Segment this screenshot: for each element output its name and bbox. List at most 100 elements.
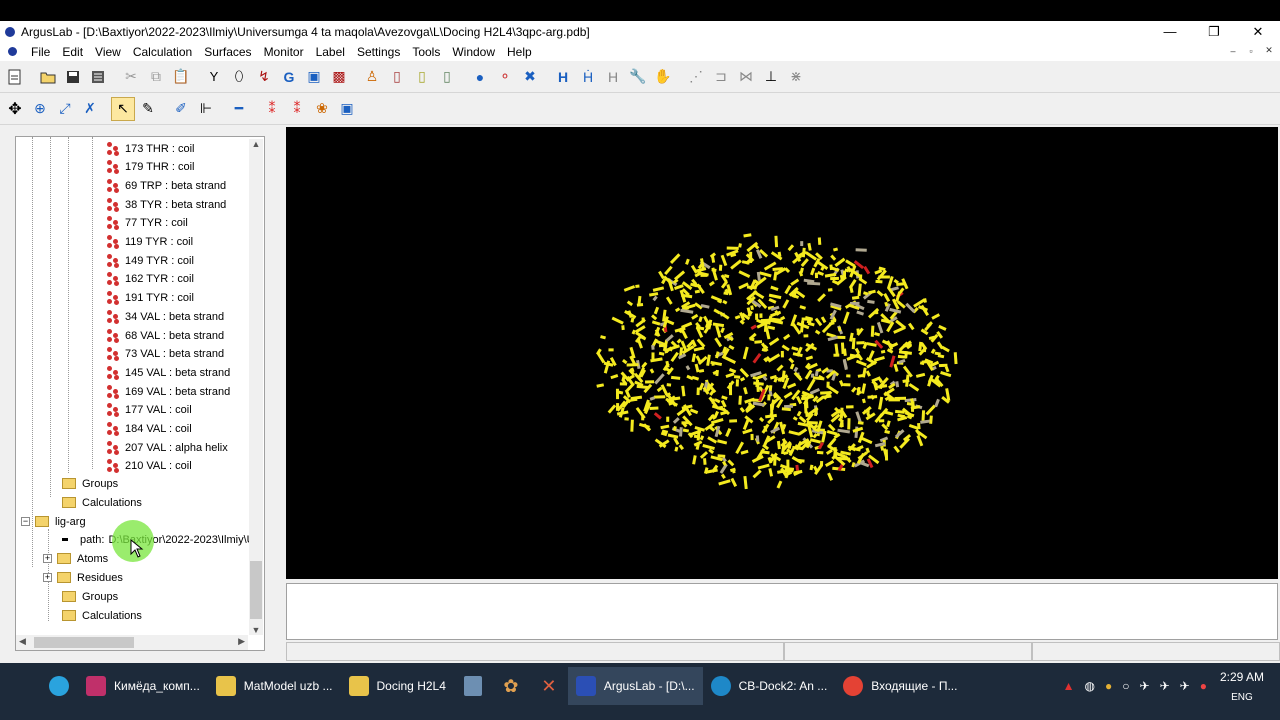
translate-icon[interactable]: ✥ <box>3 97 27 121</box>
residue-item[interactable]: 177 VAL : coil <box>106 401 192 420</box>
residue-item[interactable]: 77 TYR : coil <box>106 214 188 233</box>
atom-red2-icon[interactable]: ⁑ <box>285 97 309 121</box>
taskbar-app-chrome[interactable]: Входящие - П... <box>835 667 965 705</box>
collapse-icon[interactable]: − <box>21 517 30 526</box>
taskbar-app-pdf[interactable]: Кимёда_комп... <box>78 667 208 705</box>
bond-icon-1[interactable]: ⋰ <box>684 65 708 89</box>
molecule-icon-1[interactable]: Y <box>202 65 226 89</box>
tree-residues[interactable]: + Residues <box>43 568 123 587</box>
residue-item[interactable]: 169 VAL : beta strand <box>106 382 230 401</box>
tree-icon[interactable]: ⊩ <box>194 97 218 121</box>
molecule-viewport[interactable] <box>286 127 1278 579</box>
residue-item[interactable]: 191 TYR : coil <box>106 289 194 308</box>
draw-icon[interactable]: ✎ <box>136 97 160 121</box>
residue-item[interactable]: 145 VAL : beta strand <box>106 363 230 382</box>
menu-monitor[interactable]: Monitor <box>258 45 310 59</box>
taskbar-app-edge[interactable]: CB-Dock2: An ... <box>703 667 836 705</box>
tree-vertical-scrollbar[interactable]: ▲ ▼ <box>249 139 263 635</box>
residue-item[interactable]: 207 VAL : alpha helix <box>106 438 228 457</box>
menu-help[interactable]: Help <box>501 45 538 59</box>
ball-stick-icon[interactable]: ⚬ <box>493 65 517 89</box>
molecule-icon-3[interactable]: ↯ <box>252 65 276 89</box>
residue-item[interactable]: 179 THR : coil <box>106 158 195 177</box>
atom-multi-icon[interactable]: ❀ <box>310 97 334 121</box>
tray-icon-1[interactable]: ✈ <box>1140 679 1150 693</box>
menu-window[interactable]: Window <box>446 45 501 59</box>
bond-icon-4[interactable]: ⊥ <box>759 65 783 89</box>
molecule-icon-4[interactable]: G <box>277 65 301 89</box>
residue-item[interactable]: 149 TYR : coil <box>106 251 194 270</box>
acrobat-tray-icon[interactable]: ▲ <box>1063 679 1075 693</box>
expand-icon[interactable]: + <box>43 573 52 582</box>
hscroll-thumb[interactable] <box>34 637 134 648</box>
scroll-left-icon[interactable]: ◀ <box>19 636 26 647</box>
clock[interactable]: 2:29 AM <box>1220 670 1264 684</box>
scale-icon[interactable]: ⤢ <box>53 97 77 121</box>
menu-view[interactable]: View <box>89 45 127 59</box>
link-icon[interactable]: ━ <box>227 97 251 121</box>
hydrogen-icon[interactable]: H <box>551 65 575 89</box>
print-icon[interactable] <box>86 65 110 89</box>
bond-icon-2[interactable]: ⊐ <box>709 65 733 89</box>
molecule-app-icon[interactable]: ✿ <box>492 667 530 705</box>
scroll-right-icon[interactable]: ▶ <box>238 636 245 647</box>
atom-icon-2[interactable]: ▯ <box>385 65 409 89</box>
residue-item[interactable]: 69 TRP : beta strand <box>106 176 226 195</box>
copy-icon[interactable]: ⧉ <box>144 65 168 89</box>
residue-item[interactable]: 210 VAL : coil <box>106 457 192 476</box>
bond-icon-3[interactable]: ⋈ <box>734 65 758 89</box>
close-button[interactable]: ✕ <box>1236 21 1280 42</box>
residue-item[interactable]: 68 VAL : beta strand <box>106 326 224 345</box>
menu-tools[interactable]: Tools <box>406 45 446 59</box>
minimize-button[interactable]: — <box>1148 21 1192 42</box>
taskbar-app-docing[interactable]: Docing H2L4 <box>341 667 454 705</box>
expand-icon[interactable]: + <box>43 554 52 563</box>
tree-calculations-2[interactable]: Calculations <box>62 606 142 625</box>
tree-groups[interactable]: Groups <box>62 474 118 493</box>
tree-lig-arg[interactable]: − lig-arg <box>21 512 86 531</box>
molecule-icon-2[interactable]: ⬯ <box>227 65 251 89</box>
residue-item[interactable]: 34 VAL : beta strand <box>106 307 224 326</box>
atom-icon-1[interactable]: ♙ <box>360 65 384 89</box>
language-indicator[interactable]: ENG <box>1231 692 1253 703</box>
tray-icon-2[interactable]: ✈ <box>1160 679 1170 693</box>
molecule-icon-6[interactable]: ▩ <box>327 65 351 89</box>
hand-icon[interactable]: ✋ <box>651 65 675 89</box>
taskbar-app-arguslab[interactable]: ArgusLab - [D:\... <box>567 667 703 705</box>
cut-icon[interactable]: ✂ <box>119 65 143 89</box>
menu-settings[interactable]: Settings <box>351 45 406 59</box>
calculator-icon[interactable] <box>454 667 492 705</box>
start-icon[interactable] <box>0 667 40 705</box>
tray-icon-3[interactable]: ✈ <box>1180 679 1190 693</box>
tree-calculations[interactable]: Calculations <box>62 493 142 512</box>
mdi-close-button[interactable]: ✕ <box>1262 44 1276 57</box>
circle-tray-icon[interactable]: ○ <box>1122 679 1129 693</box>
scroll-up-icon[interactable]: ▲ <box>249 139 263 149</box>
scroll-thumb[interactable] <box>250 561 262 619</box>
menu-edit[interactable]: Edit <box>56 45 89 59</box>
mdi-minimize-button[interactable]: – <box>1226 44 1240 57</box>
residue-item[interactable]: 38 TYR : beta strand <box>106 195 226 214</box>
rotate-icon[interactable]: ⊕ <box>28 97 52 121</box>
tree-groups-2[interactable]: Groups <box>62 587 118 606</box>
atom-icon-4[interactable]: ▯ <box>435 65 459 89</box>
wrench-icon[interactable]: 🔧 <box>626 65 650 89</box>
scroll-down-icon[interactable]: ▼ <box>249 625 263 635</box>
residue-item[interactable]: 173 THR : coil <box>106 139 195 158</box>
atom-red-icon[interactable]: ⁑ <box>260 97 284 121</box>
chrome-tray-icon[interactable]: ● <box>1105 679 1112 693</box>
select-icon[interactable]: ↖ <box>111 96 135 121</box>
paint-icon[interactable]: ✐ <box>169 97 193 121</box>
residue-item[interactable]: 119 TYR : coil <box>106 233 193 252</box>
document-icon[interactable] <box>8 47 17 56</box>
menu-file[interactable]: File <box>25 45 56 59</box>
taskbar-app-matmodel[interactable]: MatModel uzb ... <box>208 667 341 705</box>
hydrogen-add-icon[interactable]: Ḣ <box>576 65 600 89</box>
protein-structure-render[interactable] <box>286 127 1278 579</box>
tree-atoms[interactable]: + Atoms <box>43 549 108 568</box>
box-icon[interactable]: ▣ <box>335 97 359 121</box>
ball-icon[interactable]: ● <box>468 65 492 89</box>
residue-item[interactable]: 184 VAL : coil <box>106 420 192 439</box>
menu-surfaces[interactable]: Surfaces <box>198 45 257 59</box>
telegram-icon[interactable] <box>40 667 78 705</box>
